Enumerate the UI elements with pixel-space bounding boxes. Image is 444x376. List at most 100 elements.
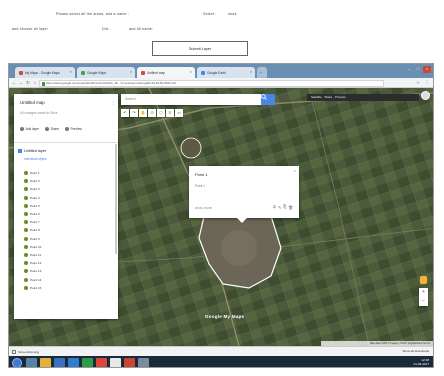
star-icon[interactable]: ☆	[415, 80, 421, 86]
pin-icon	[24, 285, 28, 290]
map-search-input[interactable]: Search	[121, 94, 261, 105]
url-text: https://www.google.com/maps/d/edit?mid=1…	[46, 80, 177, 85]
pegman-icon[interactable]	[420, 276, 427, 284]
instruction-line1-right: ones	[228, 12, 237, 16]
map-top-bar[interactable]: Satellite · Share · Preview	[307, 94, 419, 101]
ie-icon[interactable]	[54, 357, 65, 367]
hand-icon[interactable]: ✋	[139, 109, 147, 117]
pin-icon	[24, 228, 28, 233]
list-item[interactable]: Point 14	[24, 275, 41, 283]
maximize-icon[interactable]: □	[414, 66, 422, 73]
divider	[14, 142, 118, 143]
menu-icon[interactable]: ⋮	[424, 80, 430, 86]
list-item[interactable]: Point 6	[24, 210, 41, 218]
tab-google-earth[interactable]: Google Earth ×	[197, 67, 255, 78]
new-tab-button[interactable]: +	[257, 67, 267, 78]
back-icon[interactable]: ←	[11, 80, 17, 86]
tab-untitled-map[interactable]: Untitled map ×	[137, 67, 195, 78]
close-icon[interactable]: ×	[190, 70, 192, 74]
app-icon[interactable]	[138, 357, 149, 367]
explorer-icon[interactable]	[26, 357, 37, 367]
directions-icon[interactable]: ⚟	[166, 109, 174, 117]
taskbar: 12:38 01-06-2017	[9, 356, 433, 367]
marker-icon[interactable]: ⊙	[148, 109, 156, 117]
zoom-out-button[interactable]: −	[419, 297, 428, 306]
share-button[interactable]: Share	[44, 127, 59, 132]
list-item[interactable]: Point 11	[24, 251, 41, 259]
list-item[interactable]: Point 1	[24, 169, 41, 177]
list-item[interactable]: Point 10	[24, 243, 41, 251]
style-icon[interactable]: ⛭	[273, 205, 276, 210]
chrome-icon[interactable]	[110, 357, 121, 367]
preview-button[interactable]: Preview	[64, 127, 82, 132]
pin-icon	[24, 277, 28, 282]
list-item[interactable]: Point 4	[24, 194, 41, 202]
word-icon[interactable]	[68, 357, 79, 367]
excel-icon[interactable]	[82, 357, 93, 367]
opera-icon[interactable]	[96, 357, 107, 367]
download-item[interactable]: Screenshot.png	[12, 349, 72, 356]
show-all-downloads-link[interactable]: Show all downloads	[402, 347, 429, 356]
close-window-icon[interactable]: ×	[423, 66, 431, 73]
tab-label: Google Maps	[87, 70, 106, 75]
feature-info-card: Point 1 × Point 1 26.84, 80.95 ⛭ ✎ ⎘ 🗑	[189, 166, 299, 223]
home-icon[interactable]: ⌂	[32, 80, 38, 86]
url-field[interactable]: https://www.google.com/maps/d/edit?mid=1…	[39, 79, 384, 87]
pin-icon	[24, 203, 28, 208]
redo-icon[interactable]: ↷	[130, 109, 138, 117]
layer-style-link[interactable]: Individual styles	[24, 157, 47, 161]
zoom-in-button[interactable]: +	[419, 288, 428, 297]
app-icon[interactable]	[124, 357, 135, 367]
edit-icon[interactable]: ✎	[278, 205, 281, 210]
start-button[interactable]	[12, 357, 22, 367]
minimize-icon[interactable]: –	[405, 66, 413, 73]
pin-icon	[24, 220, 28, 225]
tab-label: My Maps - Google Maps	[25, 70, 60, 75]
folder-icon[interactable]	[40, 357, 51, 367]
close-icon[interactable]: ×	[130, 70, 132, 74]
panel-scrollbar[interactable]	[115, 144, 117, 254]
search-icon	[261, 94, 267, 100]
list-item[interactable]: Point 5	[24, 202, 41, 210]
measure-icon[interactable]: ▭	[175, 109, 183, 117]
pin-icon	[24, 179, 28, 184]
forward-icon[interactable]: →	[18, 80, 24, 86]
list-item[interactable]: Point 13	[24, 267, 41, 275]
list-item[interactable]: Point 9	[24, 235, 41, 243]
close-icon[interactable]: ×	[294, 168, 296, 173]
tab-google-maps[interactable]: Google Maps ×	[77, 67, 135, 78]
layer-checkbox[interactable]	[18, 149, 22, 153]
pin-icon	[24, 187, 28, 192]
instruction-line2-mid: Dirt -	[102, 27, 111, 31]
close-icon[interactable]: ×	[70, 70, 72, 74]
map-canvas[interactable]: Search ↶ ↷ ✋ ⊙ ⬡ ⚟ ▭ Satellite · Share ·…	[9, 88, 433, 346]
submit-button[interactable]: Submit Layer	[152, 41, 248, 56]
pin-icon	[24, 269, 28, 274]
close-icon[interactable]: ×	[250, 70, 252, 74]
pin-icon	[24, 261, 28, 266]
reload-icon[interactable]: ↻	[25, 80, 31, 86]
list-item[interactable]: Point 12	[24, 259, 41, 267]
lock-icon	[41, 81, 45, 86]
undo-icon[interactable]: ↶	[121, 109, 129, 117]
info-description: Point 1	[195, 184, 205, 188]
system-clock[interactable]: 12:38 01-06-2017	[414, 358, 429, 366]
panel-menu-icon[interactable]: ⋮	[111, 100, 115, 105]
list-item[interactable]: Point 2	[24, 177, 41, 185]
list-item[interactable]: Point 7	[24, 218, 41, 226]
delete-icon[interactable]: 🗑	[288, 205, 293, 210]
instruction-line2-right: and fill name:	[129, 27, 154, 31]
list-item[interactable]: Point 8	[24, 226, 41, 234]
tab-my-maps[interactable]: My Maps - Google Maps ×	[15, 67, 75, 78]
info-title[interactable]: Point 1	[195, 172, 207, 177]
search-button[interactable]	[261, 94, 275, 105]
avatar[interactable]	[421, 91, 430, 100]
draw-line-icon[interactable]: ⬡	[157, 109, 165, 117]
layer-title[interactable]: Untitled layer	[24, 149, 46, 153]
add-layer-button[interactable]: Add layer	[20, 127, 39, 132]
list-item[interactable]: Point 15	[24, 284, 41, 292]
copy-icon[interactable]: ⎘	[283, 205, 286, 210]
list-item[interactable]: Point 3	[24, 185, 41, 193]
pin-icon	[24, 244, 28, 249]
map-title[interactable]: Untitled map	[20, 100, 45, 105]
